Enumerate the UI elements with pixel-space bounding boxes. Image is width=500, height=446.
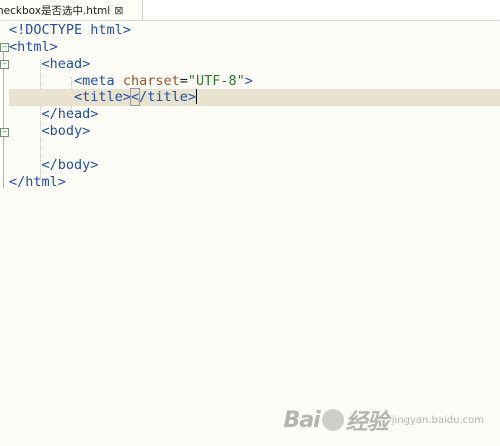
code-line-10: </html> <box>9 174 66 190</box>
watermark-url: jingyan.baidu.com <box>391 414 484 426</box>
watermark-brand-right: 经验 <box>345 410 389 435</box>
code-line-9: </body> <box>41 157 99 173</box>
paw-icon <box>321 409 344 431</box>
matched-bracket: < <box>129 88 141 106</box>
code-line-5-current: <title></title> <box>9 88 500 106</box>
code-line-7: <body> <box>41 123 91 139</box>
code-line-2: <html> <box>9 39 58 55</box>
code-line-4: <meta charset="UTF-8"> <box>74 73 253 89</box>
file-tab[interactable]: heckbox是否选中.html ⊠ <box>0 0 143 20</box>
watermark-brand-left: Bai <box>283 407 321 433</box>
code-line-1: <!DOCTYPE html> <box>9 22 131 38</box>
code-line-6: </head> <box>41 106 99 122</box>
baidu-watermark: Bai 经验 jingyan.baidu.com <box>284 404 484 436</box>
code-editor[interactable]: − − − <!DOCTYPE html> <html> <head> <met… <box>0 21 500 446</box>
fold-head-icon[interactable]: − <box>0 60 9 69</box>
editor-tab-bar: heckbox是否选中.html ⊠ <box>0 0 500 21</box>
text-caret <box>195 89 197 104</box>
code-line-3: <head> <box>41 56 91 72</box>
close-icon[interactable]: ⊠ <box>114 4 123 17</box>
fold-guide <box>3 52 4 188</box>
fold-body-icon[interactable]: − <box>0 128 9 137</box>
fold-html-icon[interactable]: − <box>0 43 9 52</box>
file-tab-label: heckbox是否选中.html <box>0 4 111 17</box>
